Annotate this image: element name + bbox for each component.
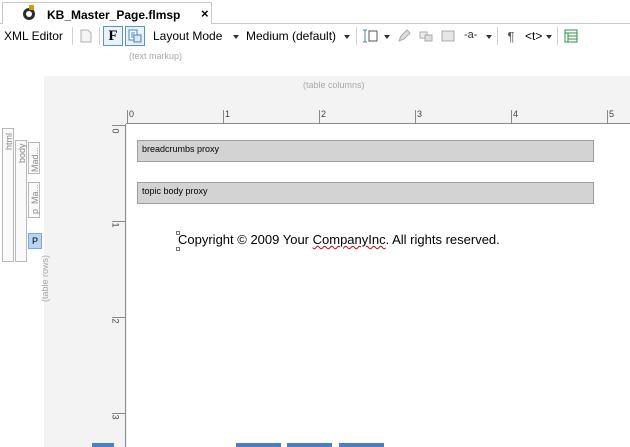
bottom-tab-indicator (236, 443, 281, 447)
structure-label-html: html (4, 132, 14, 150)
bottom-tab-indicator (339, 443, 384, 447)
close-tab-button[interactable]: × (201, 7, 209, 20)
image-icon-button[interactable] (438, 26, 458, 46)
selection-handle[interactable] (176, 247, 180, 251)
chevron-down-icon (384, 35, 390, 39)
text-markup-hint: (text markup) (129, 51, 183, 61)
structure-bar-html[interactable]: html (2, 128, 14, 262)
toolbar-separator (72, 27, 73, 45)
text-format-button[interactable]: F (103, 26, 123, 46)
ruler-tick (112, 221, 126, 222)
chevron-down-icon (486, 35, 492, 39)
ruler-label: 2 (321, 109, 327, 119)
toolbar-separator (557, 27, 558, 45)
document-tab-title: KB_Master_Page.flmsp (47, 8, 181, 22)
horizontal-ruler: 0 1 2 3 4 5 (126, 107, 630, 124)
ruler-tick (223, 110, 224, 124)
table-properties-button[interactable] (561, 26, 581, 46)
toolbar-separator (497, 27, 498, 45)
ruler-tick (607, 110, 608, 124)
copyright-text-prefix: Copyright © 2009 Your (178, 232, 313, 247)
vertical-ruler: 0 1 2 3 (110, 124, 126, 447)
document-tab[interactable]: KB_Master_Page.flmsp × (2, 2, 212, 24)
copyright-paragraph[interactable]: Copyright © 2009 Your CompanyInc. All ri… (178, 232, 500, 247)
medium-dropdown[interactable]: Medium (default) (246, 29, 336, 43)
ruler-label: 4 (513, 109, 519, 119)
structure-bar-mad[interactable]: Mad... (28, 142, 40, 174)
ruler-label: 1 (225, 109, 231, 119)
document-tab-bar: KB_Master_Page.flmsp × (0, 0, 630, 24)
document-icon-button[interactable] (76, 26, 96, 46)
master-page[interactable]: breadcrumbs proxy topic body proxy Copyr… (127, 124, 630, 447)
structure-label-p-small: p (30, 208, 40, 214)
pen-icon (398, 29, 411, 42)
toolbar-separator (356, 27, 357, 45)
misspelled-word: CompanyInc (312, 232, 386, 247)
xml-editor-label: XML Editor (4, 29, 63, 43)
bottom-tab-indicator (287, 443, 332, 447)
ruler-label: 5 (609, 109, 615, 119)
copyright-text-suffix: . All rights reserved. (385, 232, 500, 247)
ruler-tick (112, 317, 126, 318)
link-icon-button[interactable] (416, 26, 436, 46)
table-columns-hint: (table columns) (303, 80, 365, 90)
breadcrumbs-proxy[interactable]: breadcrumbs proxy (137, 140, 594, 162)
structure-bar-ma[interactable]: Ma... p (28, 182, 40, 218)
ruler-tick (127, 110, 128, 124)
chevron-down-icon (344, 35, 350, 39)
show-tags-dropdown[interactable]: <t> (525, 29, 542, 43)
image-icon (441, 30, 455, 42)
structure-label-ma: Ma... (30, 184, 40, 205)
structure-icon (128, 29, 142, 43)
ruler-tick (112, 125, 126, 126)
ruler-label: 1 (110, 222, 121, 228)
ruler-label: 2 (110, 318, 121, 324)
chevron-down-icon (546, 35, 552, 39)
insert-text-box-button[interactable] (360, 26, 380, 46)
ruler-tick (511, 110, 512, 124)
ruler-label: 3 (110, 414, 121, 420)
ruler-label: 3 (417, 109, 423, 119)
structure-bar-body[interactable]: body (15, 140, 27, 262)
chevron-down-icon (233, 35, 239, 39)
layout-mode-dropdown[interactable]: Layout Mode (153, 29, 222, 43)
text-box-icon (363, 29, 378, 43)
topic-body-proxy[interactable]: topic body proxy (137, 182, 594, 204)
editor-toolbar: XML Editor F Layout Mode Medium (default… (0, 24, 630, 48)
master-page-badge-icon (29, 5, 34, 10)
ruler-label: 0 (129, 109, 135, 119)
show-marks-button[interactable]: ¶ (501, 26, 521, 46)
structure-view-button[interactable] (125, 26, 145, 46)
document-icon (80, 29, 92, 43)
ruler-tick (415, 110, 416, 124)
ruler-tick (319, 110, 320, 124)
pen-icon-button[interactable] (394, 26, 414, 46)
ruler-tick (112, 413, 126, 414)
table-rows-hint: (table rows) (40, 255, 50, 303)
link-icon (419, 31, 433, 42)
hyphenation-dropdown[interactable]: -a- (464, 29, 477, 41)
table-properties-icon (564, 29, 578, 43)
toolbar-separator (99, 27, 100, 45)
ruler-label: 0 (110, 128, 121, 134)
structure-label-body: body (17, 143, 27, 163)
bottom-tab-indicator (92, 443, 114, 447)
structure-bar-p-selected[interactable]: P (28, 233, 42, 249)
structure-label-mad: Mad... (30, 146, 40, 172)
